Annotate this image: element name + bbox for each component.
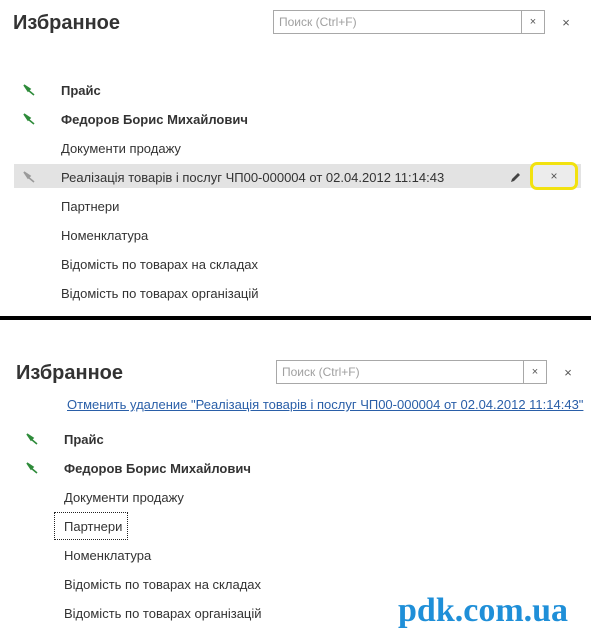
pin-icon[interactable] — [22, 112, 36, 126]
favorite-item[interactable]: Відомість по товарах на складах — [64, 572, 261, 596]
favorite-item[interactable]: Федоров Борис Михайлович — [61, 107, 248, 131]
clear-search-button[interactable]: × — [521, 11, 544, 33]
favorite-item-selected[interactable]: Реалізація товарів і послуг ЧП00-000004 … — [61, 165, 444, 189]
favorite-item[interactable]: Номенклатура — [61, 223, 148, 247]
favorite-item[interactable]: Федоров Борис Михайлович — [64, 456, 251, 480]
close-window-button[interactable]: × — [558, 14, 574, 30]
favorite-item[interactable]: Відомість по товарах на складах — [61, 252, 258, 276]
favorite-item[interactable]: Документи продажу — [64, 485, 184, 509]
pin-icon[interactable] — [22, 170, 36, 184]
pin-icon[interactable] — [25, 432, 39, 446]
remove-from-favorites-button[interactable]: × — [530, 162, 578, 190]
panel-title: Избранное — [16, 362, 124, 384]
pin-icon[interactable] — [25, 461, 39, 475]
favorite-item[interactable]: Відомість по товарах організацій — [61, 281, 259, 305]
favorites-panel-before: Избранное × × Прайс Федоров Борис Михайл… — [0, 0, 591, 316]
favorite-item-focused[interactable]: Партнери — [54, 512, 128, 540]
panel-title: Избранное — [13, 12, 121, 34]
search-input[interactable] — [277, 361, 523, 383]
pin-icon[interactable] — [22, 83, 36, 97]
search-input[interactable] — [274, 11, 521, 33]
favorite-item[interactable]: Партнери — [61, 194, 119, 218]
favorites-panel-after: Избранное × × Отменить удаление "Реаліза… — [0, 320, 591, 640]
favorite-item[interactable]: Номенклатура — [64, 543, 151, 567]
clear-search-button[interactable]: × — [523, 361, 546, 383]
favorite-item[interactable]: Прайс — [64, 427, 104, 451]
favorite-item[interactable]: Документи продажу — [61, 136, 181, 160]
search-box: × — [273, 10, 545, 34]
watermark: pdk.com.ua — [398, 592, 569, 629]
undo-delete-link[interactable]: Отменить удаление "Реалізація товарів і … — [67, 397, 583, 412]
favorite-item[interactable]: Прайс — [61, 78, 101, 102]
edit-pencil-icon[interactable] — [509, 172, 521, 184]
close-window-button[interactable]: × — [560, 364, 576, 380]
search-box: × — [276, 360, 547, 384]
favorite-item[interactable]: Відомість по товарах організацій — [64, 601, 262, 625]
